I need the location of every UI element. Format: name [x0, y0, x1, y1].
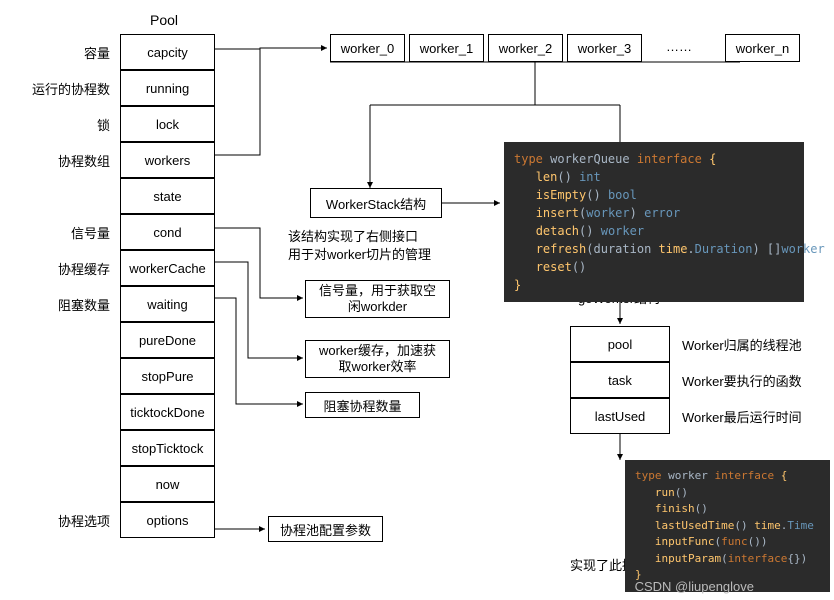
pool-field-state: state [120, 178, 215, 214]
pool-field-capcity: capcity [120, 34, 215, 70]
goworker-field-pool: pool [570, 326, 670, 362]
worker-box-2: worker_2 [488, 34, 563, 62]
cond-note: 信号量，用于获取空 闲workder [305, 280, 450, 318]
cache-note-l2: 取worker效率 [338, 359, 416, 375]
pool-field-lock: lock [120, 106, 215, 142]
pool-field-options: options [120, 502, 215, 538]
pool-field-running: running [120, 70, 215, 106]
pool-label-2: 锁 [0, 115, 110, 134]
goworker-field-lastUsed: lastUsed [570, 398, 670, 434]
pool-label-3: 协程数组 [0, 151, 110, 170]
workerstack-desc2: 用于对worker切片的管理 [288, 244, 431, 263]
goworker-desc-2: Worker最后运行时间 [682, 407, 802, 426]
cache-note: worker缓存，加速获 取worker效率 [305, 340, 450, 378]
worker-interface-code: type worker interface { run() finish() l… [625, 460, 830, 592]
worker-box-3: worker_3 [567, 34, 642, 62]
pool-field-workers: workers [120, 142, 215, 178]
pool-field-waiting: waiting [120, 286, 215, 322]
pool-field-pureDone: pureDone [120, 322, 215, 358]
cache-note-l1: worker缓存，加速获 [319, 343, 436, 359]
worker-box-0: worker_0 [330, 34, 405, 62]
pool-label-5: 信号量 [0, 223, 110, 242]
watermark: CSDN @liupenglove [635, 579, 754, 594]
pool-label-7: 阻塞数量 [0, 295, 110, 314]
goworker-desc-0: Worker归属的线程池 [682, 335, 802, 354]
pool-field-ticktockDone: ticktockDone [120, 394, 215, 430]
pool-label-6: 协程缓存 [0, 259, 110, 278]
worker-box-5: worker_n [725, 34, 800, 62]
workerstack-box: WorkerStack结构 [310, 188, 442, 218]
pool-field-now: now [120, 466, 215, 502]
options-note: 协程池配置参数 [268, 516, 383, 542]
pool-field-stopTicktock: stopTicktock [120, 430, 215, 466]
pool-title: Pool [150, 12, 178, 28]
workerqueue-interface-code: type workerQueue interface { len() int i… [504, 142, 804, 302]
waiting-note: 阻塞协程数量 [305, 392, 420, 418]
worker-box-1: worker_1 [409, 34, 484, 62]
pool-field-workerCache: workerCache [120, 250, 215, 286]
pool-label-1: 运行的协程数 [0, 79, 110, 98]
pool-field-stopPure: stopPure [120, 358, 215, 394]
goworker-field-task: task [570, 362, 670, 398]
workerstack-desc1: 该结构实现了右侧接口 [288, 226, 418, 245]
cond-note-l2: 闲workder [348, 299, 407, 315]
cond-note-l1: 信号量，用于获取空 [319, 283, 436, 299]
pool-field-cond: cond [120, 214, 215, 250]
goworker-desc-1: Worker要执行的函数 [682, 371, 802, 390]
worker-box-4: …… [666, 39, 692, 54]
pool-label-13: 协程选项 [0, 511, 110, 530]
pool-label-0: 容量 [0, 43, 110, 62]
